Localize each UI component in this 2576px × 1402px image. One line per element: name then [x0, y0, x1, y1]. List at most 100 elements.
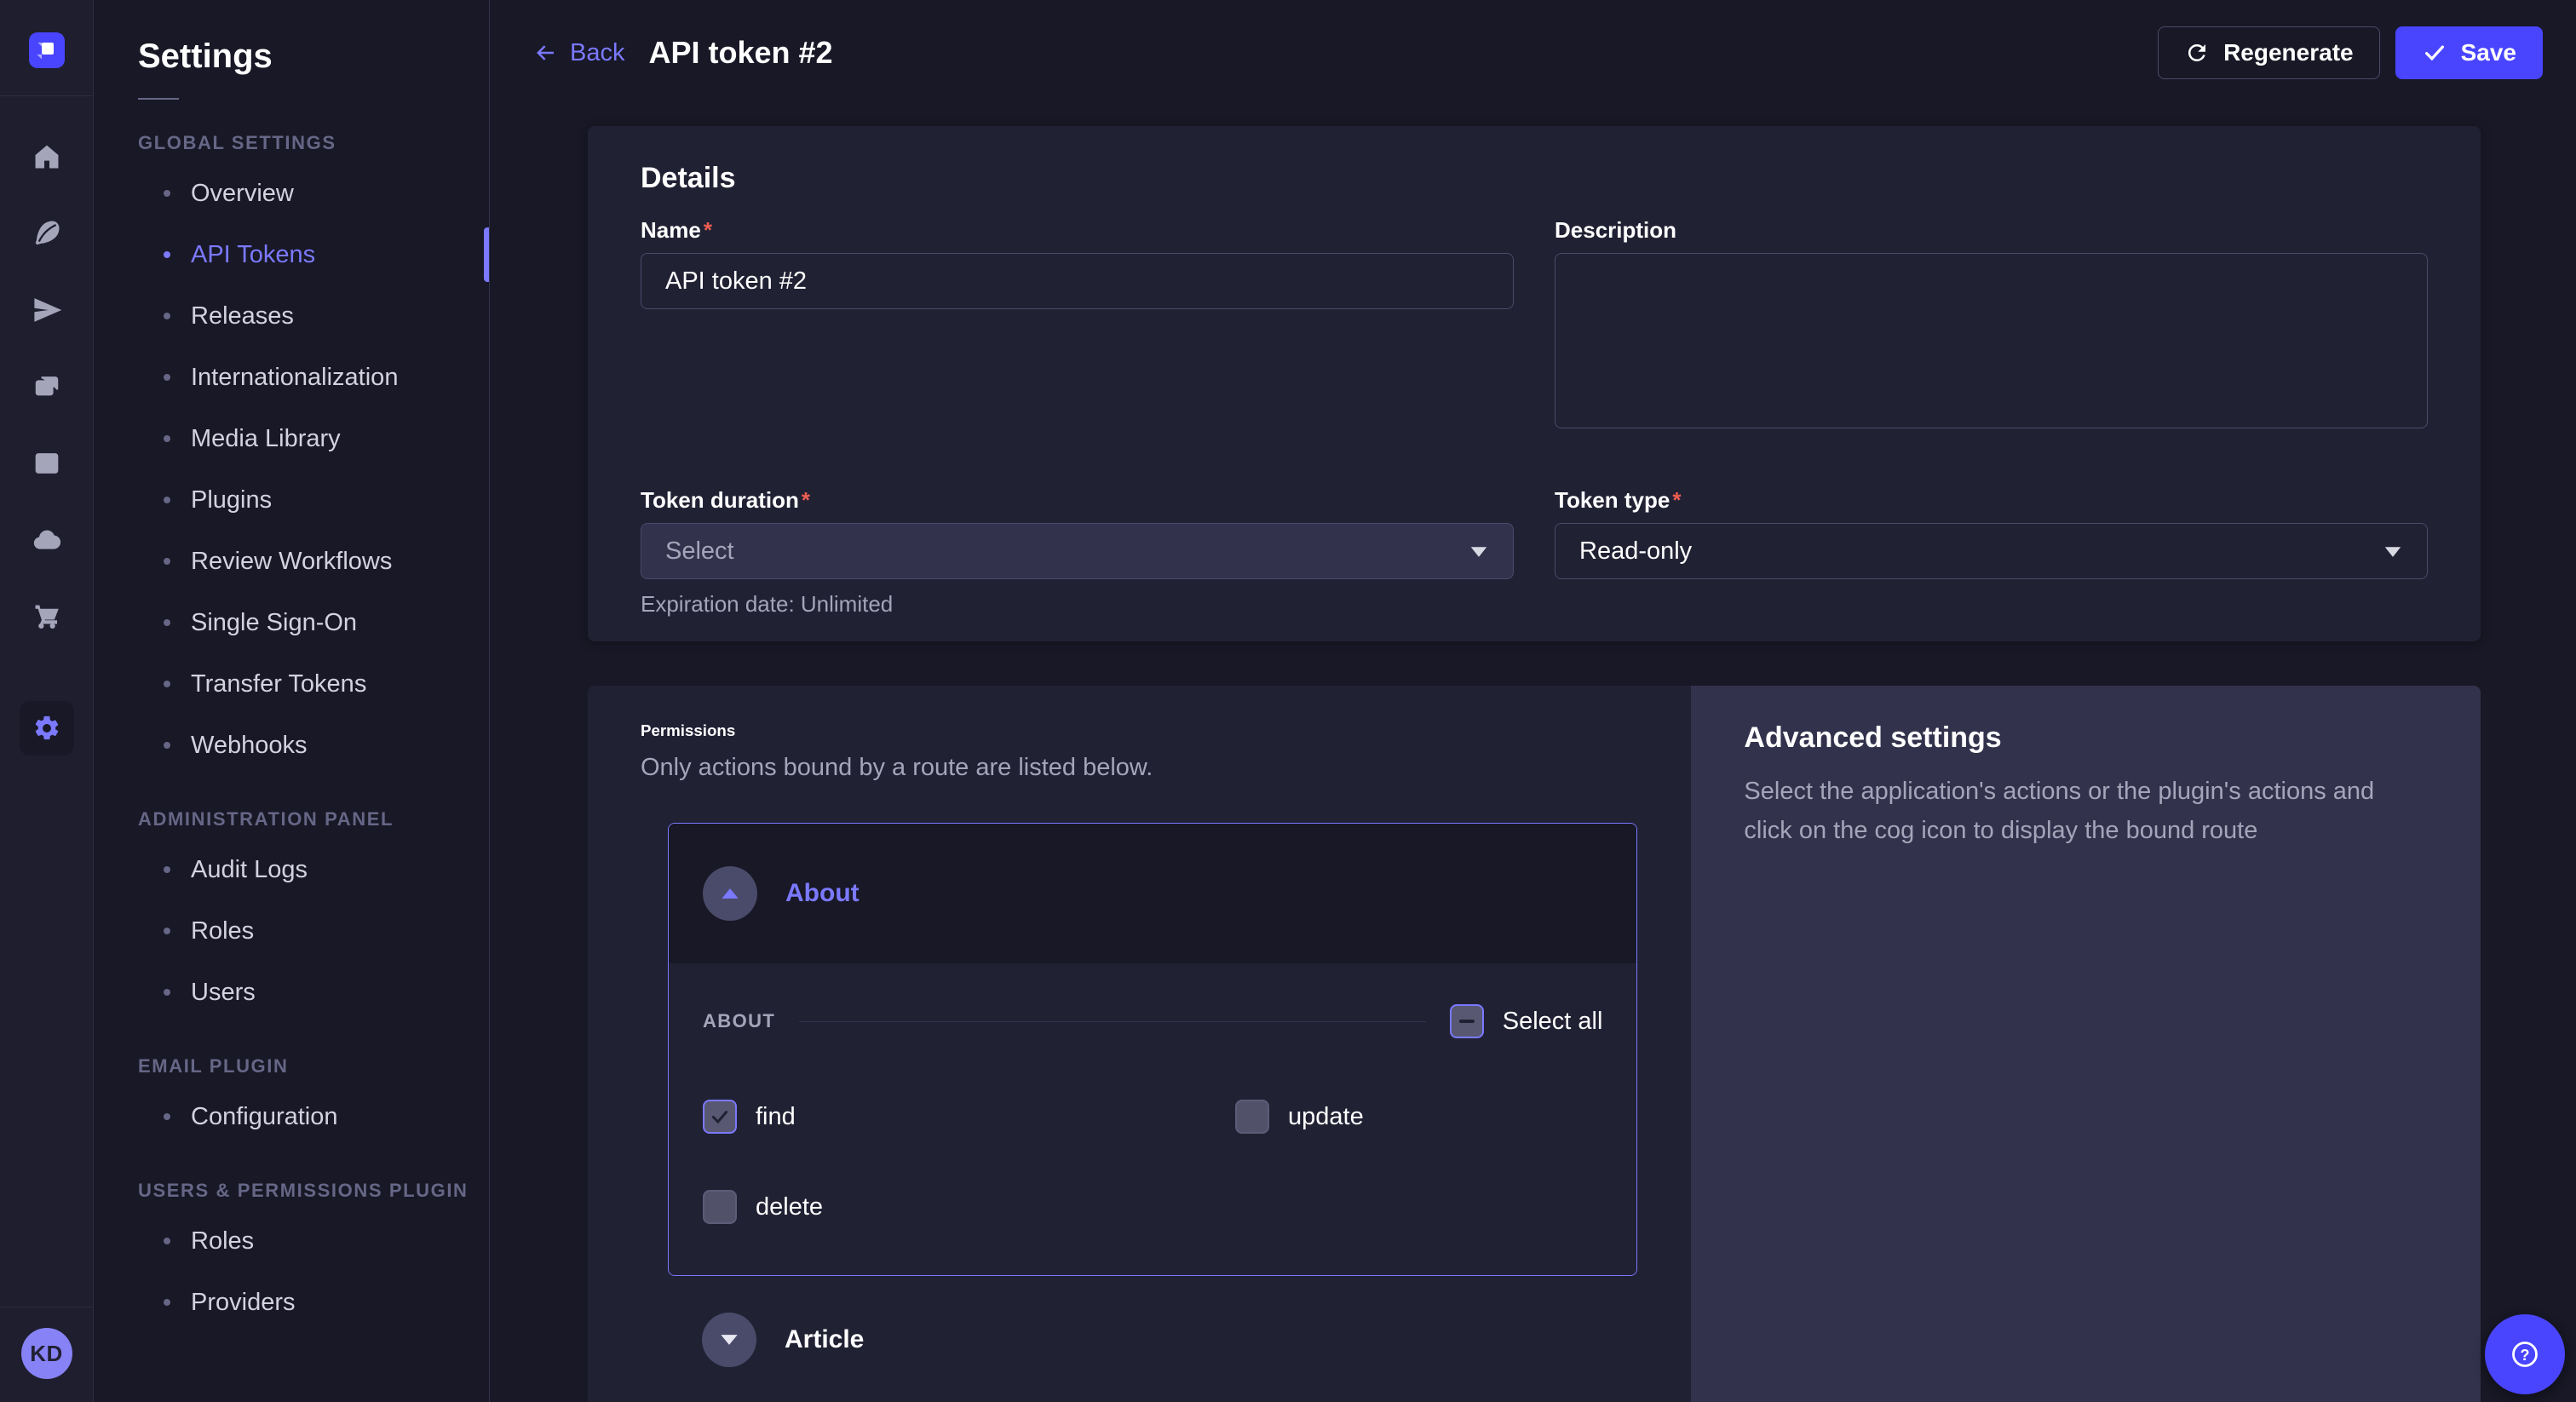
select-all-checkbox[interactable]: Select all: [1450, 1004, 1603, 1038]
checkbox-delete-box[interactable]: [703, 1190, 737, 1224]
regenerate-button[interactable]: Regenerate: [2158, 26, 2380, 79]
content-scroll-area: Details Name* Description Token duration…: [490, 89, 2576, 1402]
expand-article-button[interactable]: [702, 1313, 756, 1367]
sidebar-item-audit-logs[interactable]: Audit Logs: [94, 839, 489, 900]
home-icon[interactable]: [32, 142, 61, 171]
group-divider: [799, 1021, 1426, 1022]
bullet-icon: [164, 313, 170, 319]
permission-checkbox-find[interactable]: find: [703, 1100, 1235, 1134]
help-button[interactable]: ?: [2485, 1314, 2565, 1394]
about-group-label: ABOUT: [703, 1010, 775, 1032]
sidebar-item-up-roles[interactable]: Roles: [94, 1210, 489, 1272]
token-type-select[interactable]: Read-only: [1555, 523, 2428, 579]
page-header: Back API token #2 Regenerate Save: [490, 0, 2576, 89]
sidebar-item-webhooks[interactable]: Webhooks: [94, 715, 489, 776]
sidebar-item-media-library[interactable]: Media Library: [94, 408, 489, 469]
indeterminate-dash-icon: [1459, 1020, 1475, 1023]
details-title: Details: [641, 162, 2428, 195]
sidebar-item-admin-roles[interactable]: Roles: [94, 900, 489, 962]
main-area: Back API token #2 Regenerate Save Detail…: [490, 0, 2576, 1402]
bullet-icon: [164, 989, 170, 996]
collapse-about-button[interactable]: [703, 866, 757, 921]
name-field: Name*: [641, 217, 1514, 433]
article-accordion-title: Article: [785, 1325, 864, 1354]
settings-gear-icon[interactable]: [20, 701, 74, 756]
settings-sidebar: Settings GLOBAL SETTINGS Overview API To…: [94, 0, 490, 1402]
permissions-section: Permissions Only actions bound by a rout…: [588, 686, 2481, 1402]
sidebar-item-internationalization[interactable]: Internationalization: [94, 347, 489, 408]
section-label-administration-panel: ADMINISTRATION PANEL: [138, 808, 489, 830]
bullet-icon: [164, 1113, 170, 1120]
checkbox-find-box[interactable]: [703, 1100, 737, 1134]
sidebar-item-configuration[interactable]: Configuration: [94, 1086, 489, 1147]
save-button[interactable]: Save: [2395, 26, 2543, 79]
token-duration-field: Token duration* Select Expiration date: …: [641, 487, 1514, 618]
rail-divider: [0, 95, 94, 96]
about-accordion-body: ABOUT Select all: [669, 963, 1636, 1275]
token-type-field: Token type* Read-only: [1555, 487, 2428, 618]
bullet-icon: [164, 251, 170, 258]
sidebar-item-releases[interactable]: Releases: [94, 285, 489, 347]
advanced-settings-panel: Advanced settings Select the application…: [1691, 686, 2481, 1402]
select-all-checkbox-box[interactable]: [1450, 1004, 1484, 1038]
active-indicator: [484, 227, 489, 282]
sidebar-item-overview[interactable]: Overview: [94, 163, 489, 224]
sidebar-item-single-sign-on[interactable]: Single Sign-On: [94, 592, 489, 653]
bullet-icon: [164, 1299, 170, 1306]
description-field: Description: [1555, 217, 2428, 433]
details-card: Details Name* Description Token duration…: [588, 126, 2481, 641]
sidebar-title-divider: [138, 98, 179, 100]
required-mark: *: [1672, 487, 1681, 513]
required-mark: *: [802, 487, 810, 513]
sidebar-item-plugins[interactable]: Plugins: [94, 469, 489, 531]
permissions-card: Permissions Only actions bound by a rout…: [588, 686, 1691, 1402]
sidebar-item-transfer-tokens[interactable]: Transfer Tokens: [94, 653, 489, 715]
sidebar-item-api-tokens[interactable]: API Tokens: [94, 224, 489, 285]
svg-text:?: ?: [2521, 1347, 2530, 1364]
main-nav-rail: KD: [0, 0, 94, 1402]
header-actions: Regenerate Save: [2158, 26, 2543, 79]
advanced-settings-description: Select the application's actions or the …: [1744, 772, 2428, 850]
bullet-icon: [164, 1238, 170, 1244]
bullet-icon: [164, 742, 170, 749]
bullet-icon: [164, 619, 170, 626]
permissions-title: Permissions: [641, 721, 1665, 740]
advanced-settings-title: Advanced settings: [1744, 721, 2428, 755]
section-label-users-permissions-plugin: USERS & PERMISSIONS PLUGIN: [138, 1180, 489, 1202]
cloud-icon[interactable]: [32, 526, 61, 554]
media-library-icon[interactable]: [32, 372, 61, 401]
question-mark-icon: ?: [2506, 1336, 2544, 1373]
about-accordion-header[interactable]: About: [669, 824, 1636, 963]
section-label-global-settings: GLOBAL SETTINGS: [138, 132, 489, 154]
required-mark: *: [704, 217, 712, 243]
strapi-admin-app: KD Settings GLOBAL SETTINGS Overview API…: [0, 0, 2576, 1402]
bullet-icon: [164, 435, 170, 442]
paper-plane-icon[interactable]: [32, 296, 61, 325]
expiration-hint: Expiration date: Unlimited: [641, 591, 1514, 618]
permission-checkbox-delete[interactable]: delete: [703, 1190, 1235, 1224]
cart-icon[interactable]: [32, 602, 61, 631]
article-accordion-header[interactable]: Article: [668, 1276, 1637, 1402]
name-input[interactable]: [641, 253, 1514, 309]
layout-icon[interactable]: [32, 449, 61, 478]
description-textarea[interactable]: [1555, 253, 2428, 428]
sidebar-item-users[interactable]: Users: [94, 962, 489, 1023]
chevron-down-icon: [2383, 545, 2403, 558]
refresh-icon: [2184, 40, 2210, 66]
page-title: API token #2: [648, 35, 832, 71]
bullet-icon: [164, 190, 170, 197]
feather-icon[interactable]: [32, 219, 61, 248]
sidebar-item-review-workflows[interactable]: Review Workflows: [94, 531, 489, 592]
checkbox-update-box[interactable]: [1235, 1100, 1269, 1134]
token-duration-select[interactable]: Select: [641, 523, 1514, 579]
triangle-down-icon: [720, 1334, 739, 1346]
bullet-icon: [164, 558, 170, 565]
sidebar-item-providers[interactable]: Providers: [94, 1272, 489, 1333]
back-link[interactable]: Back: [532, 39, 624, 67]
permission-checkbox-update[interactable]: update: [1235, 1100, 1602, 1134]
rail-icons: [20, 142, 74, 756]
arrow-left-icon: [532, 40, 558, 66]
user-avatar[interactable]: KD: [21, 1328, 72, 1379]
rail-bottom: KD: [0, 1307, 94, 1402]
strapi-logo[interactable]: [29, 32, 65, 68]
